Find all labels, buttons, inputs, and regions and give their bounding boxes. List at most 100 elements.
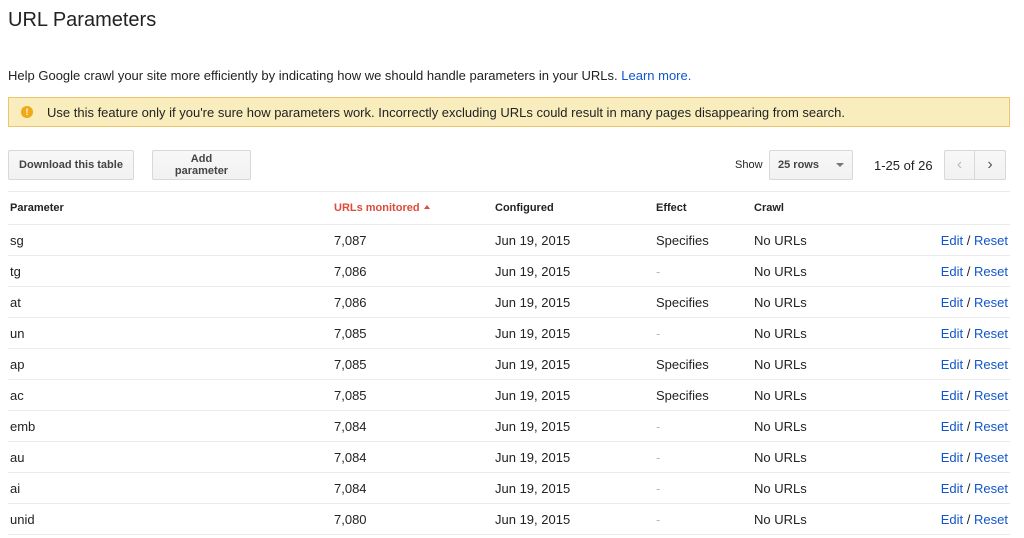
reset-link[interactable]: Reset (974, 326, 1008, 341)
cell-effect: - (654, 503, 752, 535)
table-row: au 7,084 Jun 19, 2015- No URLs Edit / Reset (8, 441, 1010, 473)
reset-link[interactable]: Reset (974, 419, 1008, 434)
table-row: unid 7,080 Jun 19, 2015- No URLs Edit / Rese… (8, 503, 1010, 535)
cell-configured: Jun 19, 2015 (493, 348, 654, 380)
edit-link[interactable]: Edit (941, 481, 963, 496)
download-table-button[interactable]: Download this table (8, 150, 134, 180)
table-row: ai 7,084 Jun 19, 2015- No URLs Edit / Reset (8, 472, 1010, 504)
column-header-crawl[interactable]: Crawl (752, 191, 910, 225)
cell-effect: - (654, 472, 752, 504)
cell-parameter: emb (8, 410, 332, 442)
column-header-configured[interactable]: Configured (493, 191, 654, 225)
reset-link[interactable]: Reset (974, 388, 1008, 403)
edit-link[interactable]: Edit (941, 512, 963, 527)
cell-configured: Jun 19, 2015 (493, 379, 654, 411)
cell-urls-monitored: 7,085 (332, 317, 493, 349)
cell-urls-monitored: 7,080 (332, 503, 493, 535)
cell-crawl: No URLs (752, 379, 910, 411)
reset-link[interactable]: Reset (974, 295, 1008, 310)
column-header-effect[interactable]: Effect (654, 191, 752, 225)
cell-configured: Jun 19, 2015 (493, 224, 654, 256)
column-header-actions (910, 191, 1010, 225)
reset-link[interactable]: Reset (974, 233, 1008, 248)
cell-urls-monitored: 7,086 (332, 255, 493, 287)
cell-crawl: No URLs (752, 348, 910, 380)
learn-more-link[interactable]: Learn more. (621, 68, 691, 83)
previous-page-button[interactable]: ‹ (944, 150, 975, 180)
cell-configured: Jun 19, 2015 (493, 503, 654, 535)
cell-parameter: au (8, 441, 332, 473)
action-separator: / (966, 387, 971, 403)
table-row: emb 7,084 Jun 19, 2015- No URLs Edit / Reset (8, 410, 1010, 442)
cell-actions: Edit / Reset (910, 441, 1010, 473)
cell-parameter: unid (8, 503, 332, 535)
warning-banner: ! Use this feature only if you're sure h… (8, 97, 1010, 127)
reset-link[interactable]: Reset (974, 357, 1008, 372)
edit-link[interactable]: Edit (941, 264, 963, 279)
rows-per-page-select[interactable]: 25 rows (769, 150, 853, 180)
cell-actions: Edit / Reset (910, 472, 1010, 504)
cell-effect: - (654, 441, 752, 473)
page-title: URL Parameters (8, 9, 157, 31)
cell-actions: Edit / Reset (910, 503, 1010, 535)
next-page-button[interactable]: › (975, 150, 1006, 180)
reset-link[interactable]: Reset (974, 450, 1008, 465)
cell-configured: Jun 19, 2015 (493, 255, 654, 287)
edit-link[interactable]: Edit (941, 295, 963, 310)
cell-parameter: ap (8, 348, 332, 380)
cell-parameter: ai (8, 472, 332, 504)
cell-configured: Jun 19, 2015 (493, 317, 654, 349)
reset-link[interactable]: Reset (974, 264, 1008, 279)
cell-crawl: No URLs (752, 441, 910, 473)
action-separator: / (966, 232, 971, 248)
cell-actions: Edit / Reset (910, 410, 1010, 442)
cell-urls-monitored: 7,087 (332, 224, 493, 256)
column-header-urls-monitored[interactable]: URLs monitored (332, 191, 493, 225)
cell-parameter: un (8, 317, 332, 349)
intro-text: Help Google crawl your site more efficie… (8, 68, 691, 83)
action-separator: / (966, 418, 971, 434)
edit-link[interactable]: Edit (941, 233, 963, 248)
cell-actions: Edit / Reset (910, 255, 1010, 287)
column-header-parameter[interactable]: Parameter (8, 191, 332, 225)
cell-urls-monitored: 7,084 (332, 441, 493, 473)
cell-urls-monitored: 7,085 (332, 379, 493, 411)
action-separator: / (966, 511, 971, 527)
chevron-left-icon: ‹ (956, 156, 963, 173)
cell-parameter: ac (8, 379, 332, 411)
cell-actions: Edit / Reset (910, 317, 1010, 349)
table-row: at 7,086 Jun 19, 2015 Specifies No URLs Edit … (8, 286, 1010, 318)
sort-ascending-icon (423, 205, 430, 210)
cell-effect: - (654, 255, 752, 287)
cell-effect: Specifies (654, 286, 752, 318)
cell-urls-monitored: 7,086 (332, 286, 493, 318)
cell-actions: Edit / Reset (910, 379, 1010, 411)
reset-link[interactable]: Reset (974, 481, 1008, 496)
show-label: Show (735, 159, 763, 171)
cell-effect: Specifies (654, 224, 752, 256)
warning-icon: ! (21, 106, 33, 118)
reset-link[interactable]: Reset (974, 512, 1008, 527)
table-row: ac 7,085 Jun 19, 2015 Specifies No URLs Edit … (8, 379, 1010, 411)
edit-link[interactable]: Edit (941, 326, 963, 341)
cell-actions: Edit / Reset (910, 348, 1010, 380)
action-separator: / (966, 356, 971, 372)
edit-link[interactable]: Edit (941, 450, 963, 465)
action-separator: / (966, 325, 971, 341)
edit-link[interactable]: Edit (941, 419, 963, 434)
action-separator: / (966, 449, 971, 465)
cell-crawl: No URLs (752, 410, 910, 442)
cell-crawl: No URLs (752, 286, 910, 318)
table-row: tg 7,086 Jun 19, 2015- No URLs Edit / Reset (8, 255, 1010, 287)
add-parameter-button[interactable]: Add parameter (152, 150, 251, 180)
cell-crawl: No URLs (752, 317, 910, 349)
cell-crawl: No URLs (752, 472, 910, 504)
intro-description: Help Google crawl your site more efficie… (8, 68, 618, 83)
chevron-right-icon: › (987, 156, 993, 173)
cell-parameter: tg (8, 255, 332, 287)
edit-link[interactable]: Edit (941, 357, 963, 372)
cell-effect: - (654, 317, 752, 349)
edit-link[interactable]: Edit (941, 388, 963, 403)
chevron-down-icon (836, 163, 844, 167)
cell-urls-monitored: 7,084 (332, 410, 493, 442)
